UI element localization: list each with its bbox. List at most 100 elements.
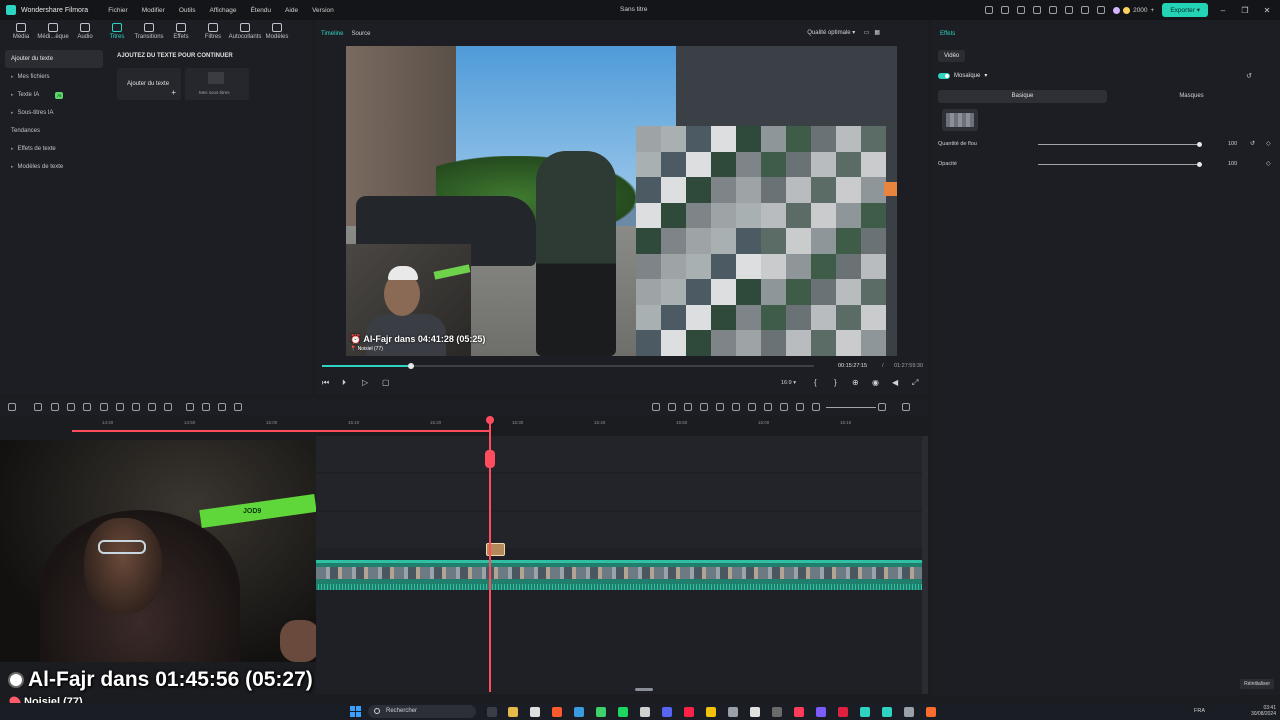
redo-icon[interactable] xyxy=(67,403,75,411)
audio-waveform[interactable] xyxy=(316,584,922,590)
send-icon[interactable] xyxy=(1001,6,1010,14)
track-row[interactable] xyxy=(316,512,922,548)
video-clip[interactable] xyxy=(316,560,922,584)
tab-basic[interactable]: Basique xyxy=(938,90,1107,103)
tab-audio[interactable]: Audio xyxy=(72,20,98,46)
timeline-tracks[interactable] xyxy=(316,436,922,694)
menu-fichier[interactable]: Fichier xyxy=(108,7,128,14)
menu-aide[interactable]: Aide xyxy=(285,7,298,14)
clock-icon[interactable] xyxy=(640,707,650,717)
timeline-scrollbar-horizontal[interactable] xyxy=(635,688,653,691)
snapshot-icon[interactable]: ◉ xyxy=(872,378,879,387)
maximize-icon[interactable]: ❐ xyxy=(1238,6,1252,15)
mail-icon[interactable] xyxy=(1049,6,1058,14)
mosaic-toggle[interactable] xyxy=(938,72,950,79)
mixer-icon[interactable] xyxy=(764,403,772,411)
play-icon[interactable]: ▷ xyxy=(362,378,368,387)
aspect-ratio-dropdown[interactable]: 16:9 ▾ xyxy=(781,380,796,386)
sidebar-item-my-files[interactable]: ▸ Mes fichiers xyxy=(5,68,103,86)
zoom-icon[interactable]: ⊕ xyxy=(852,378,859,387)
menu-outils[interactable]: Outils xyxy=(179,7,196,14)
video-preview[interactable]: ⏰ Al-Fajr dans 04:41:28 (05:25) 📍 Noisie… xyxy=(346,46,897,356)
blur-amount-handle[interactable] xyxy=(1197,142,1202,147)
ai-copilot-icon[interactable] xyxy=(652,403,660,411)
app-icon[interactable] xyxy=(926,707,936,717)
link-icon[interactable] xyxy=(668,403,676,411)
select-tool-icon[interactable] xyxy=(34,403,42,411)
menu-etendu[interactable]: Étendu xyxy=(250,7,271,14)
opera-icon[interactable] xyxy=(684,707,694,717)
chevron-down-icon[interactable]: ▾ xyxy=(984,72,987,79)
text-icon[interactable] xyxy=(116,403,124,411)
upload-icon[interactable] xyxy=(985,6,994,14)
shield-icon[interactable] xyxy=(732,403,740,411)
zoom-out-icon[interactable] xyxy=(812,403,820,411)
tab-masks[interactable]: Masques xyxy=(1107,90,1276,103)
quality-dropdown[interactable]: Qualité optimale ▾ ▭ ▦ xyxy=(807,29,880,36)
plus-icon[interactable]: + xyxy=(1151,7,1155,14)
telegram-icon[interactable] xyxy=(574,707,584,717)
sync-icon[interactable] xyxy=(716,403,724,411)
sidebar-item-ai-subtitles[interactable]: ▸ Sous-titres IA xyxy=(5,104,103,122)
track-row[interactable] xyxy=(316,474,922,510)
caption-icon[interactable] xyxy=(796,403,804,411)
credits-badge[interactable]: 2000 + xyxy=(1113,6,1155,14)
tab-titles[interactable]: Titres xyxy=(104,20,130,46)
headset-icon[interactable] xyxy=(1033,6,1042,14)
image-icon[interactable] xyxy=(1065,6,1074,14)
whatsapp-icon[interactable] xyxy=(596,707,606,717)
close-icon[interactable]: ✕ xyxy=(1260,6,1274,15)
chrome-icon[interactable] xyxy=(706,707,716,717)
track-row[interactable] xyxy=(316,436,922,472)
undo-icon[interactable] xyxy=(51,403,59,411)
tab-library[interactable]: Médi...èque xyxy=(37,20,69,46)
reset-button[interactable]: Réinitialiser xyxy=(1240,679,1274,689)
minimize-icon[interactable]: – xyxy=(1216,6,1230,15)
color-icon[interactable] xyxy=(148,403,156,411)
delete-icon[interactable] xyxy=(83,403,91,411)
spotify-icon[interactable] xyxy=(618,707,628,717)
image-icon[interactable] xyxy=(780,403,788,411)
menu-affichage[interactable]: Affichage xyxy=(209,7,236,14)
gift-icon[interactable] xyxy=(1081,6,1090,14)
keyframe-icon[interactable]: ◇ xyxy=(1266,160,1271,167)
timeline-ruler[interactable]: 14:40 14:50 15:00 15:10 15:20 15:30 15:4… xyxy=(0,416,928,436)
app-icon[interactable] xyxy=(838,707,848,717)
mark-in-icon[interactable]: { xyxy=(814,378,817,387)
sidebar-item-add-text[interactable]: Ajouter du texte xyxy=(5,50,103,68)
tab-media[interactable]: Média xyxy=(8,20,34,46)
volume-icon[interactable]: ◀ xyxy=(892,378,898,387)
obs-icon[interactable] xyxy=(728,707,738,717)
playhead-cut-marker[interactable] xyxy=(485,450,495,468)
app-icon[interactable] xyxy=(904,707,914,717)
tab-video[interactable]: Vidéo xyxy=(938,50,966,62)
add-text-card[interactable]: Ajouter du texte + xyxy=(117,68,181,100)
app-icon[interactable] xyxy=(816,707,826,717)
reset-effect-icon[interactable]: ↺ xyxy=(1246,72,1252,80)
fullscreen-icon[interactable]: ⤢ xyxy=(912,378,918,388)
previous-frame-icon[interactable]: ⏮ xyxy=(322,378,329,388)
app-icon[interactable] xyxy=(882,707,892,717)
crop-icon[interactable] xyxy=(132,403,140,411)
layout-icon[interactable] xyxy=(8,403,16,411)
menu-modifier[interactable]: Modifier xyxy=(142,7,165,14)
discord-icon[interactable] xyxy=(662,707,672,717)
play-reverse-icon[interactable]: ⏵ xyxy=(342,378,346,388)
tab-templates[interactable]: Modèles xyxy=(264,20,290,46)
taskbar-search[interactable]: Rechercher xyxy=(368,705,476,718)
keyframe-icon[interactable] xyxy=(186,403,194,411)
scene-icon[interactable] xyxy=(684,403,692,411)
render-icon[interactable] xyxy=(234,403,242,411)
ai-tool-icon[interactable] xyxy=(202,403,210,411)
sidebar-item-ai-text[interactable]: ▸ Texte IA AI xyxy=(5,86,103,104)
microphone-icon[interactable] xyxy=(748,403,756,411)
grid-icon[interactable] xyxy=(1097,6,1106,14)
task-view-icon[interactable] xyxy=(487,707,497,717)
filmora-taskbar-icon[interactable] xyxy=(860,707,870,717)
keyframe-icon[interactable]: ◇ xyxy=(1266,140,1271,147)
notes-icon[interactable] xyxy=(530,707,540,717)
brave-icon[interactable] xyxy=(552,707,562,717)
more-options-icon[interactable] xyxy=(902,403,910,411)
sidebar-item-text-templates[interactable]: ▸ Modèles de texte xyxy=(5,158,103,176)
tab-source[interactable]: Source xyxy=(351,31,370,37)
